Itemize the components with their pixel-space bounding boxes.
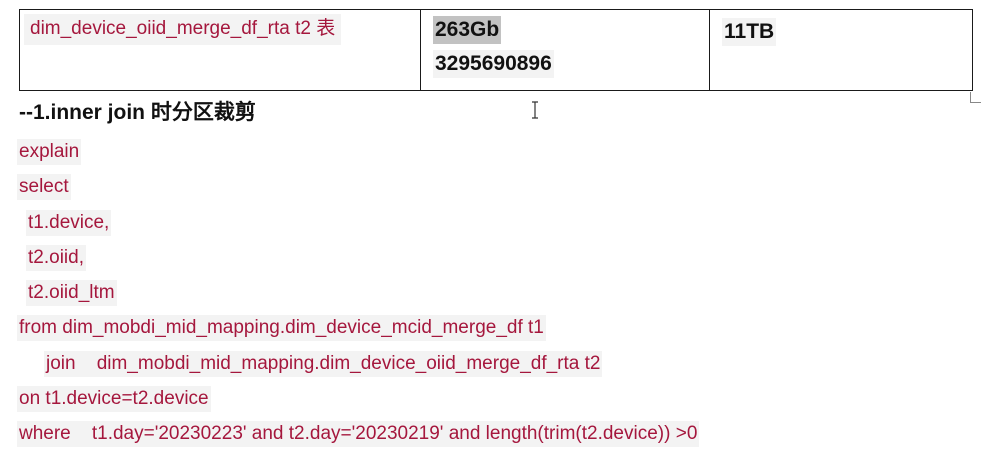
code-line: explain — [0, 136, 982, 171]
text-cursor-icon — [532, 101, 538, 119]
code-block[interactable]: explain select t1.device, t2.oiid, t2.oi… — [0, 136, 982, 454]
table-name-text: dim_device_oiid_merge_df_rta t2 表 — [24, 14, 342, 45]
code-line: where t1.day='20230223' and t2.day='2023… — [0, 418, 982, 453]
top-strip — [0, 0, 982, 9]
code-line: t2.oiid_ltm — [0, 277, 982, 312]
code-line-text: select — [17, 174, 71, 201]
table-total-cell: 11TB — [709, 9, 973, 91]
code-line: select — [0, 171, 982, 206]
table-row: dim_device_oiid_merge_df_rta t2 表 263Gb … — [19, 9, 973, 91]
table-size-cell: 263Gb 3295690896 — [420, 9, 710, 91]
code-line: t2.oiid, — [0, 242, 982, 277]
code-line-text: on t1.device=t2.device — [17, 386, 211, 413]
code-line-text: from dim_mobdi_mid_mapping.dim_device_mc… — [17, 315, 546, 342]
table-total-text: 11TB — [722, 18, 777, 46]
section-heading: --1.inner join 时分区裁剪 — [19, 101, 256, 124]
code-line-text: t2.oiid, — [26, 244, 86, 271]
code-line: on t1.device=t2.device — [0, 383, 982, 418]
table-rows-text: 3295690896 — [433, 50, 554, 78]
info-table: dim_device_oiid_merge_df_rta t2 表 263Gb … — [19, 9, 973, 91]
code-line-text: t1.device, — [26, 209, 112, 236]
code-line-text: t2.oiid_ltm — [26, 280, 117, 307]
code-line: from dim_mobdi_mid_mapping.dim_device_mc… — [0, 312, 982, 347]
code-line: join dim_mobdi_mid_mapping.dim_device_oi… — [0, 348, 982, 383]
table-name-cell: dim_device_oiid_merge_df_rta t2 表 — [19, 9, 421, 91]
table-size-text: 263Gb — [433, 16, 502, 44]
code-line-text: where t1.day='20230223' and t2.day='2023… — [17, 421, 700, 448]
corner-marker — [970, 92, 981, 103]
code-line: t1.device, — [0, 207, 982, 242]
code-line-text: explain — [17, 139, 82, 165]
code-line-text: join dim_mobdi_mid_mapping.dim_device_oi… — [44, 350, 603, 377]
